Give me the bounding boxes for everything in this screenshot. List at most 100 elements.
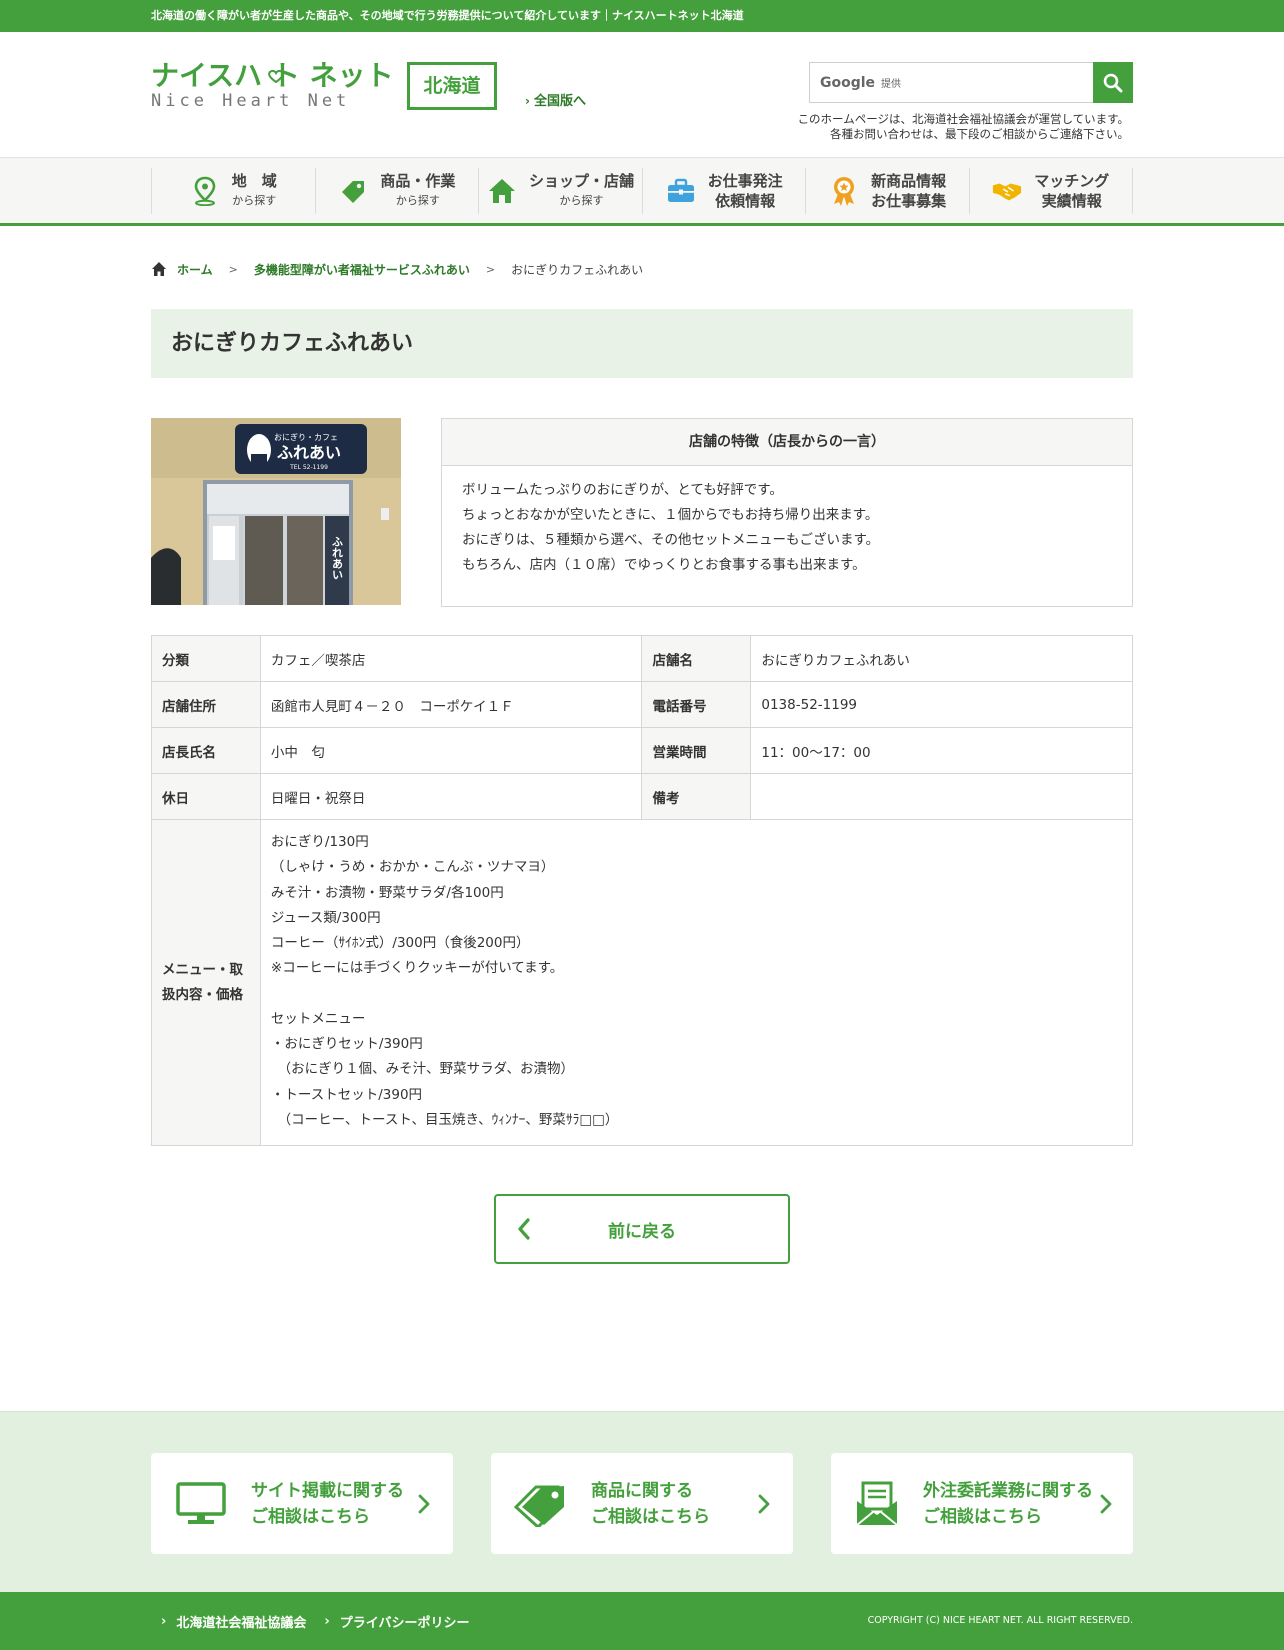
menu-line: ・おにぎりセット/390円: [270, 1036, 423, 1053]
nav-sub-label: お仕事募集: [871, 191, 947, 210]
phone-label: 電話番号: [641, 681, 752, 728]
copyright: COPYRIGHT (C) NICE HEART NET. ALL RIGHT …: [867, 1615, 1133, 1626]
feature-line: ボリュームたっぷりのおにぎりが、とても好評です。: [462, 482, 783, 498]
nav-main-label: 地 域: [231, 171, 277, 190]
table-row: 店長氏名 小中 匂 営業時間 11：00～17：00: [151, 727, 1133, 774]
table-row: 分類 カフェ／喫茶店 店舗名 おにぎりカフェふれあい: [151, 635, 1133, 682]
hours-label: 営業時間: [641, 727, 752, 774]
global-nav: 地 域 から探す 商品・作業 から探す ショップ・店舗 から探す お仕事発注 依…: [0, 157, 1284, 226]
nav-item-region[interactable]: 地 域 から探す: [151, 167, 315, 214]
award-badge-icon: [829, 176, 859, 206]
menu-line: [271, 982, 1122, 1007]
chevron-right-icon: [749, 1494, 779, 1514]
site-logo[interactable]: ナイスハ ト ネット Nice Heart Net: [151, 60, 395, 112]
feature-line: おにぎりは、５種類から選べ、その他セットメニューもございます。: [462, 532, 880, 548]
nav-item-products[interactable]: 商品・作業 から探す: [314, 167, 479, 214]
sign-tel: TEL 52-1199: [289, 464, 328, 471]
chevron-left-icon: [518, 1218, 530, 1240]
nav-main-label: お仕事発注: [707, 171, 783, 190]
consult-line1: 商品に関する: [591, 1480, 693, 1501]
table-row: 休日 日曜日・祝祭日 備考: [151, 773, 1133, 820]
consult-line1: サイト掲載に関する: [251, 1480, 404, 1501]
nav-item-orders[interactable]: お仕事発注 依頼情報: [641, 167, 806, 214]
store-photo: おにぎり・カフェ ふれあい TEL 52-1199 ふれあい: [151, 418, 401, 605]
monitor-icon: [171, 1479, 231, 1529]
consult-line2: ご相談はこちら: [251, 1506, 370, 1527]
nav-main-label: 商品・作業: [380, 171, 456, 190]
phone-value: 0138-52-1199: [750, 681, 1133, 728]
menu-line: セットメニュー: [270, 1010, 366, 1027]
menu-line: （コーヒー、トースト、目玉焼き、ｳｨﾝﾅｰ、野菜ｻﾗ□□）: [270, 1111, 619, 1128]
back-button[interactable]: 前に戻る: [494, 1194, 790, 1264]
consult-line2: ご相談はこちら: [591, 1506, 710, 1527]
consult-outsourcing-card[interactable]: 外注委託業務に関する ご相談はこちら: [831, 1453, 1133, 1554]
price-tag-icon: [511, 1479, 571, 1529]
holiday-label: 休日: [151, 773, 261, 820]
breadcrumb-separator: >: [228, 262, 238, 276]
nav-item-shops[interactable]: ショップ・店舗 から探す: [478, 167, 642, 214]
site-search: Google 提供: [809, 62, 1133, 103]
feature-line: もちろん、店内（１０席）でゆっくりとお食事する事も出来ます。: [462, 557, 866, 573]
consult-site-listing-card[interactable]: サイト掲載に関する ご相談はこちら: [151, 1453, 453, 1554]
menu-line: みそ汁・お漬物・野菜サラダ/各100円: [270, 884, 504, 901]
menu-line: コーヒー（ｻｲﾎﾝ式）/300円（食後200円）: [270, 935, 530, 952]
top-bar-text: 北海道の働く障がい者が生産した商品や、その地域で行う労務提供について紹介していま…: [151, 9, 744, 22]
breadcrumb-parent-link[interactable]: 多機能型障がい者福祉サービスふれあい: [254, 261, 470, 278]
menu-line: （しゃけ・うめ・おかか・こんぶ・ツナマヨ）: [270, 859, 555, 876]
map-pin-icon: [190, 176, 220, 206]
footer-link-council[interactable]: › 北海道社会福祉協議会: [161, 1612, 306, 1631]
breadcrumb: ホーム > 多機能型障がい者福祉サービスふれあい > おにぎりカフェふれあい: [151, 259, 1133, 279]
region-label: 北海道: [407, 62, 497, 110]
consult-section: サイト掲載に関する ご相談はこちら 商品に関する ご相談はこちら 外注委託業務に…: [0, 1411, 1284, 1592]
menu-line: ジュース類/300円: [270, 909, 381, 926]
nav-sub-label: から探す: [395, 193, 440, 207]
remarks-label: 備考: [641, 773, 752, 820]
nav-item-new-products[interactable]: 新商品情報 お仕事募集: [805, 167, 969, 214]
menu-line: （おにぎり１個、みそ汁、野菜サラダ、お漬物）: [270, 1061, 574, 1078]
feature-line: ちょっとおなかが空いたときに、１個からでもお持ち帰り出来ます。: [462, 507, 879, 523]
house-icon: [487, 176, 517, 206]
nav-item-matching[interactable]: マッチング 実績情報: [968, 167, 1133, 214]
header-note: このホームページは、北海道社会福祉協議会が運営しています。 各種お問い合わせは、…: [798, 112, 1129, 142]
menu-line: ・トーストセット/390円: [270, 1086, 423, 1103]
google-brand: Google: [820, 74, 876, 91]
manager-value: 小中 匂: [259, 727, 643, 774]
remarks-value: [750, 773, 1133, 820]
nav-sub-label: から探す: [559, 193, 604, 207]
breadcrumb-current: おにぎりカフェふれあい: [511, 262, 644, 277]
hours-value: 11：00～17：00: [750, 727, 1133, 774]
footer-link-label: 北海道社会福祉協議会: [176, 1615, 307, 1631]
store-feature-box: 店舗の特徴（店長からの一言） ボリュームたっぷりのおにぎりが、とても好評です。 …: [441, 418, 1133, 607]
page-title: おにぎりカフェふれあい: [151, 309, 1133, 378]
door-sign: ふれあい: [331, 536, 344, 580]
store-name-value: おにぎりカフェふれあい: [750, 635, 1133, 682]
store-info-table: 分類 カフェ／喫茶店 店舗名 おにぎりカフェふれあい 店舗住所 函館市人見町４－…: [151, 635, 1134, 1147]
handshake-icon: [992, 176, 1022, 206]
menu-value: おにぎり/130円 （しゃけ・うめ・おかか・こんぶ・ツナマヨ） みそ汁・お漬物・…: [259, 818, 1134, 1147]
sign-title: ふれあい: [277, 443, 341, 462]
search-placeholder: 提供: [881, 79, 902, 90]
feature-body: ボリュームたっぷりのおにぎりが、とても好評です。 ちょっとおなかが空いたときに、…: [442, 466, 1132, 590]
footer-link-label: プライバシーポリシー: [339, 1615, 470, 1631]
footer-link-privacy[interactable]: › プライバシーポリシー: [324, 1612, 469, 1631]
address-value: 函館市人見町４－２０ コーポケイ１Ｆ: [259, 681, 643, 728]
nav-main-label: 新商品情報: [871, 171, 947, 190]
header-note-line1: このホームページは、北海道社会福祉協議会が運営しています。: [797, 112, 1129, 126]
consult-line2: ご相談はこちら: [923, 1506, 1042, 1527]
national-site-link[interactable]: › 全国版へ: [525, 90, 586, 109]
breadcrumb-home-link[interactable]: ホーム: [177, 261, 213, 278]
nav-main-label: ショップ・店舗: [528, 171, 634, 190]
home-icon: [152, 262, 166, 276]
consult-products-card[interactable]: 商品に関する ご相談はこちら: [491, 1453, 793, 1554]
nav-sub-label: 依頼情報: [715, 191, 776, 210]
search-button[interactable]: [1093, 62, 1133, 103]
table-row: 店舗住所 函館市人見町４－２０ コーポケイ１Ｆ 電話番号 0138-52-119…: [151, 681, 1133, 728]
top-bar: 北海道の働く障がい者が生産した商品や、その地域で行う労務提供について紹介していま…: [0, 0, 1284, 32]
category-label: 分類: [151, 635, 261, 682]
feature-heading: 店舗の特徴（店長からの一言）: [442, 419, 1132, 466]
menu-line: ※コーヒーには手づくりクッキーが付いてます。: [270, 960, 564, 977]
holiday-value: 日曜日・祝祭日: [259, 773, 643, 820]
logo-jp-text: ナイスハ ト ネット: [151, 59, 394, 92]
nav-main-label: マッチング: [1034, 171, 1110, 190]
search-input[interactable]: Google 提供: [809, 62, 1093, 103]
